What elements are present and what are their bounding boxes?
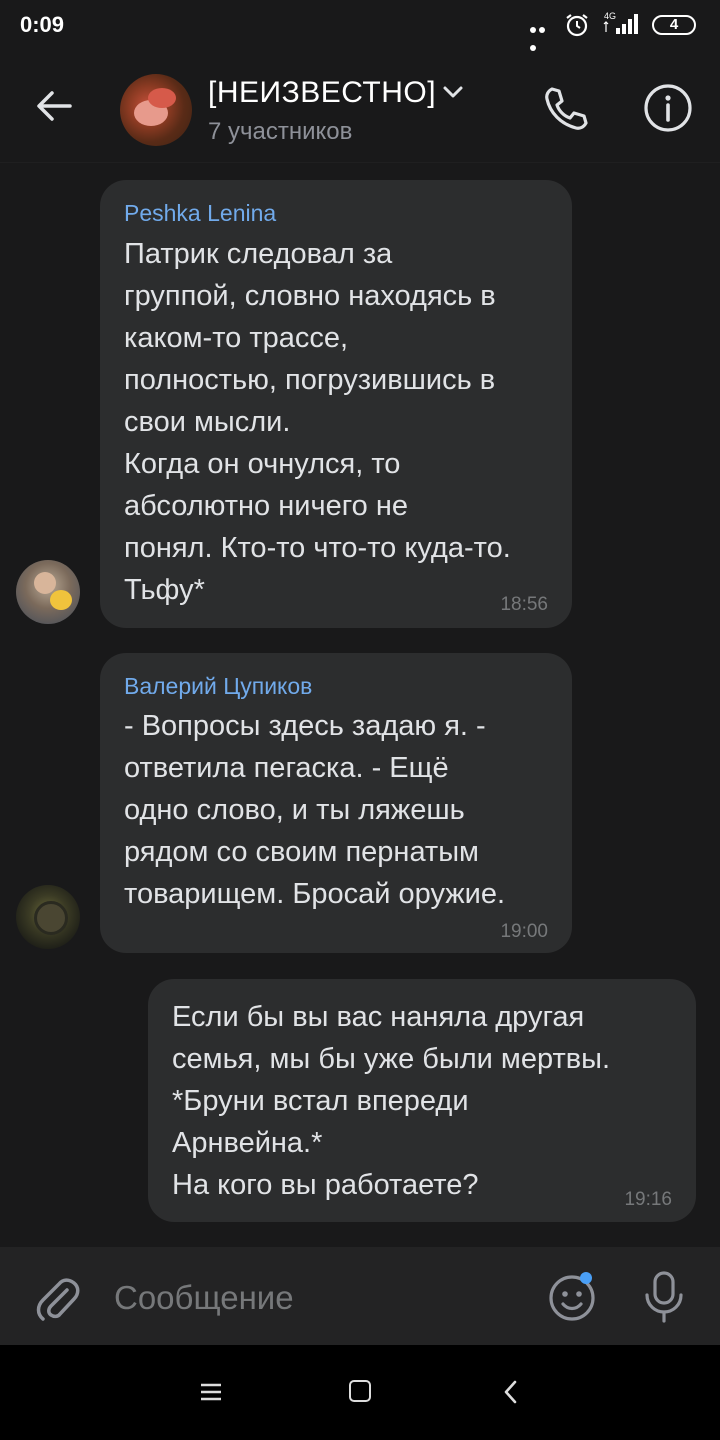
- home-button[interactable]: [349, 1380, 371, 1402]
- message-sender[interactable]: Peshka Lenina: [124, 200, 276, 227]
- header-divider: [0, 162, 720, 163]
- chevron-left-icon: [504, 1380, 517, 1404]
- microphone-icon: [645, 1271, 683, 1323]
- paperclip-icon: [36, 1278, 80, 1321]
- arrow-left-icon: [37, 91, 72, 121]
- new-stickers-badge: [580, 1272, 592, 1284]
- menu-icon: [201, 1383, 221, 1401]
- system-back-button[interactable]: [502, 1380, 520, 1409]
- message-time: 19:00: [500, 921, 548, 942]
- info-button[interactable]: [642, 82, 694, 139]
- message-text: Патрик следовал за группой, словно наход…: [124, 238, 511, 606]
- info-icon: [644, 84, 692, 132]
- message-sender[interactable]: Валерий Цупиков: [124, 673, 312, 700]
- status-bar: 0:09 4G 4: [0, 0, 720, 51]
- voice-message-button[interactable]: [640, 1270, 688, 1329]
- sender-avatar[interactable]: [16, 560, 80, 624]
- sender-avatar[interactable]: [16, 885, 80, 949]
- network-type: 4G: [604, 11, 616, 21]
- phone-icon: [545, 87, 588, 130]
- chat-title[interactable]: [НЕИЗВЕСТНО]: [208, 76, 436, 110]
- chevron-down-icon[interactable]: [442, 84, 464, 105]
- recent-apps-button[interactable]: [200, 1383, 222, 1406]
- signal-icon: 4G: [602, 10, 644, 41]
- message-text: Если бы вы вас наняла другая семья, мы б…: [172, 1001, 611, 1201]
- message-bubble[interactable]: Peshka Lenina Патрик следовал за группой…: [100, 180, 572, 628]
- status-time: 0:09: [20, 12, 65, 37]
- participants-count[interactable]: 7 участников: [208, 118, 352, 146]
- more-notifications-icon: [530, 20, 556, 51]
- chat-avatar[interactable]: [120, 74, 192, 146]
- message-bubble-outgoing[interactable]: Если бы вы вас наняла другая семья, мы б…: [148, 979, 696, 1222]
- attach-button[interactable]: [34, 1272, 80, 1329]
- battery-icon: 4: [652, 15, 696, 35]
- alarm-icon: [564, 12, 590, 43]
- back-button[interactable]: [30, 82, 78, 135]
- message-time: 18:56: [500, 594, 548, 615]
- message-input[interactable]: [114, 1278, 514, 1318]
- call-button[interactable]: [540, 84, 590, 139]
- message-bubble[interactable]: Валерий Цупиков - Вопросы здесь задаю я.…: [100, 653, 572, 953]
- message-text: - Вопросы здесь задаю я. - ответила пега…: [124, 710, 506, 910]
- message-time: 19:16: [624, 1189, 672, 1210]
- battery-level: 4: [669, 16, 679, 33]
